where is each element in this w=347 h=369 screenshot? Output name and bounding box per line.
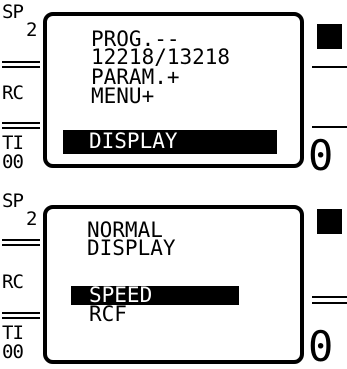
- sp-value: 2: [26, 19, 37, 41]
- menu-popup: PROG.-- 12218/13218 PARAM.+ MENU+ DISPLA…: [43, 12, 304, 168]
- menu-popup: NORMAL DISPLAY SPEED RCF: [43, 205, 304, 364]
- divider: [2, 239, 40, 241]
- indicator-square: [317, 209, 342, 234]
- menu-item-display-selected[interactable]: DISPLAY: [63, 130, 277, 154]
- lcd-screen-bottom: SP 2 RC TI 00 NORMAL DISPLAY SPEED RCF 0: [0, 189, 347, 369]
- sp-label: SP: [2, 1, 24, 23]
- menu-item-display-label: DISPLAY: [89, 129, 178, 153]
- divider: [2, 244, 40, 246]
- divider: [2, 122, 40, 124]
- divider: [312, 302, 347, 304]
- divider: [312, 296, 347, 298]
- lcd-screen-top: SP 2 RC TI 00 PROG.-- 12218/13218 PARAM.…: [0, 0, 347, 180]
- rc-label: RC: [2, 82, 24, 104]
- divider: [2, 317, 40, 319]
- divider: [2, 127, 40, 129]
- divider: [2, 66, 40, 68]
- menu-title-display: DISPLAY: [87, 236, 176, 260]
- right-digit: 0: [308, 131, 334, 180]
- divider: [2, 61, 40, 63]
- divider: [2, 312, 40, 314]
- indicator-square: [317, 24, 342, 49]
- divider: [312, 66, 347, 68]
- divider: [312, 126, 347, 128]
- menu-item-menu[interactable]: MENU+: [91, 86, 154, 107]
- ti-label: TI: [2, 132, 24, 154]
- ti-value: 00: [2, 151, 24, 173]
- sp-value: 2: [26, 208, 37, 230]
- menu-item-rcf[interactable]: RCF: [89, 304, 127, 325]
- sp-label: SP: [2, 190, 24, 212]
- ti-value: 00: [2, 341, 24, 363]
- ti-label: TI: [2, 322, 24, 344]
- rc-label: RC: [2, 271, 24, 293]
- right-digit: 0: [308, 322, 334, 369]
